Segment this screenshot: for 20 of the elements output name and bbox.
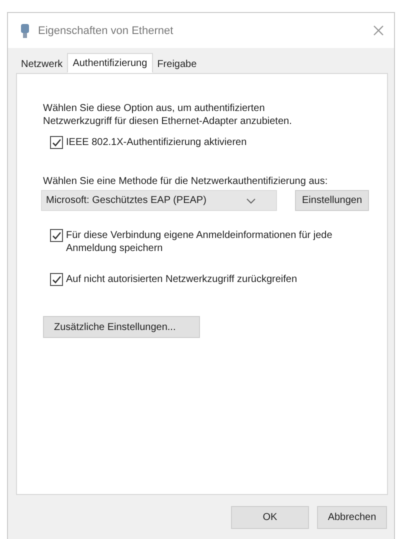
checkbox[interactable] <box>50 229 63 242</box>
caret-icon <box>246 198 256 204</box>
checkbox-label: IEEE 802.1X-Authentifizierung aktivieren <box>66 136 248 149</box>
tab[interactable]: Freigabe <box>153 56 201 73</box>
settings-button[interactable]: Einstellungen <box>295 190 370 211</box>
window-title: Eigenschaften von Ethernet <box>38 24 174 36</box>
network-adapter-icon <box>20 22 30 38</box>
checkbox[interactable] <box>50 273 63 286</box>
checkbox-label: Für diese Verbindung eigene Anmeldeinformationen für jede Anmeldung speichern <box>66 229 334 255</box>
ok-button[interactable]: OK <box>231 506 309 528</box>
tab[interactable]: Netzwerk <box>17 56 67 73</box>
description-text: Wählen Sie diese Option aus, um authentifizierten Netzwerkzugriff für diesen Ethernet-Adapter anzubieten. <box>43 102 293 128</box>
additional-settings-button[interactable]: Zusätzliche Einstellungen... <box>43 316 200 338</box>
cancel-button[interactable]: Abbrechen <box>317 506 387 528</box>
method-dropdown[interactable]: Microsoft: Geschütztes EAP (PEAP) <box>41 190 277 211</box>
checkbox[interactable] <box>50 136 63 149</box>
close-icon[interactable] <box>373 25 384 36</box>
tab[interactable]: Authentifizierung <box>66 53 154 73</box>
checkbox-label: Auf nicht autorisierten Netzwerkzugriff zurückgreifen <box>66 273 298 286</box>
method-label: Wählen Sie eine Methode für die Netzwerkauthentifizierung aus: <box>43 175 328 188</box>
